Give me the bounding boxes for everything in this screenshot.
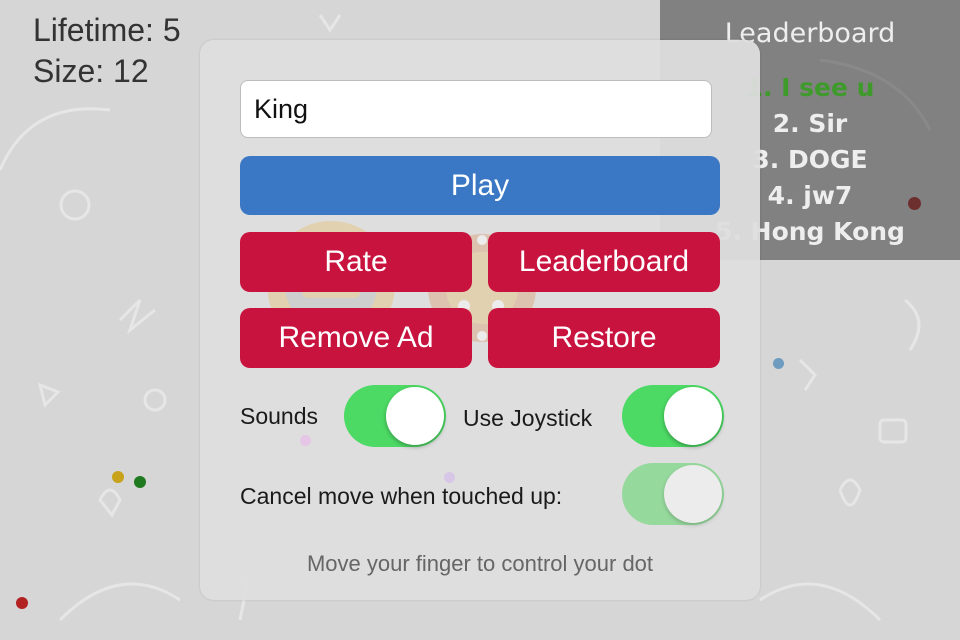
start-menu-dialog: Play Rate Leaderboard Remove Ad Restore … xyxy=(200,40,760,600)
lifetime-stat: Lifetime: 5 xyxy=(33,12,181,48)
joystick-label: Use Joystick xyxy=(463,405,593,431)
size-stat: Size: 12 xyxy=(33,53,149,89)
toggle-knob xyxy=(386,387,444,445)
remove-ad-button[interactable]: Remove Ad xyxy=(240,308,472,368)
toggle-knob xyxy=(664,465,722,523)
cancel-move-label: Cancel move when touched up: xyxy=(240,483,563,509)
restore-button[interactable]: Restore xyxy=(488,308,720,368)
rate-button[interactable]: Rate xyxy=(240,232,472,292)
joystick-toggle[interactable] xyxy=(622,385,724,447)
blob-dot xyxy=(16,597,28,609)
toggle-knob xyxy=(664,387,722,445)
player-name-input[interactable] xyxy=(240,80,712,138)
control-hint: Move your finger to control your dot xyxy=(306,551,654,576)
leaderboard-button[interactable]: Leaderboard xyxy=(488,232,720,292)
blob-dot xyxy=(134,476,146,488)
blob-dot xyxy=(444,472,455,483)
blob-dot xyxy=(773,358,784,369)
sounds-label: Sounds xyxy=(240,403,319,429)
play-button[interactable]: Play xyxy=(240,156,720,215)
blob-dot xyxy=(112,471,124,483)
blob-dot xyxy=(300,435,311,446)
cancel-move-toggle[interactable] xyxy=(622,463,724,525)
sounds-toggle[interactable] xyxy=(344,385,446,447)
